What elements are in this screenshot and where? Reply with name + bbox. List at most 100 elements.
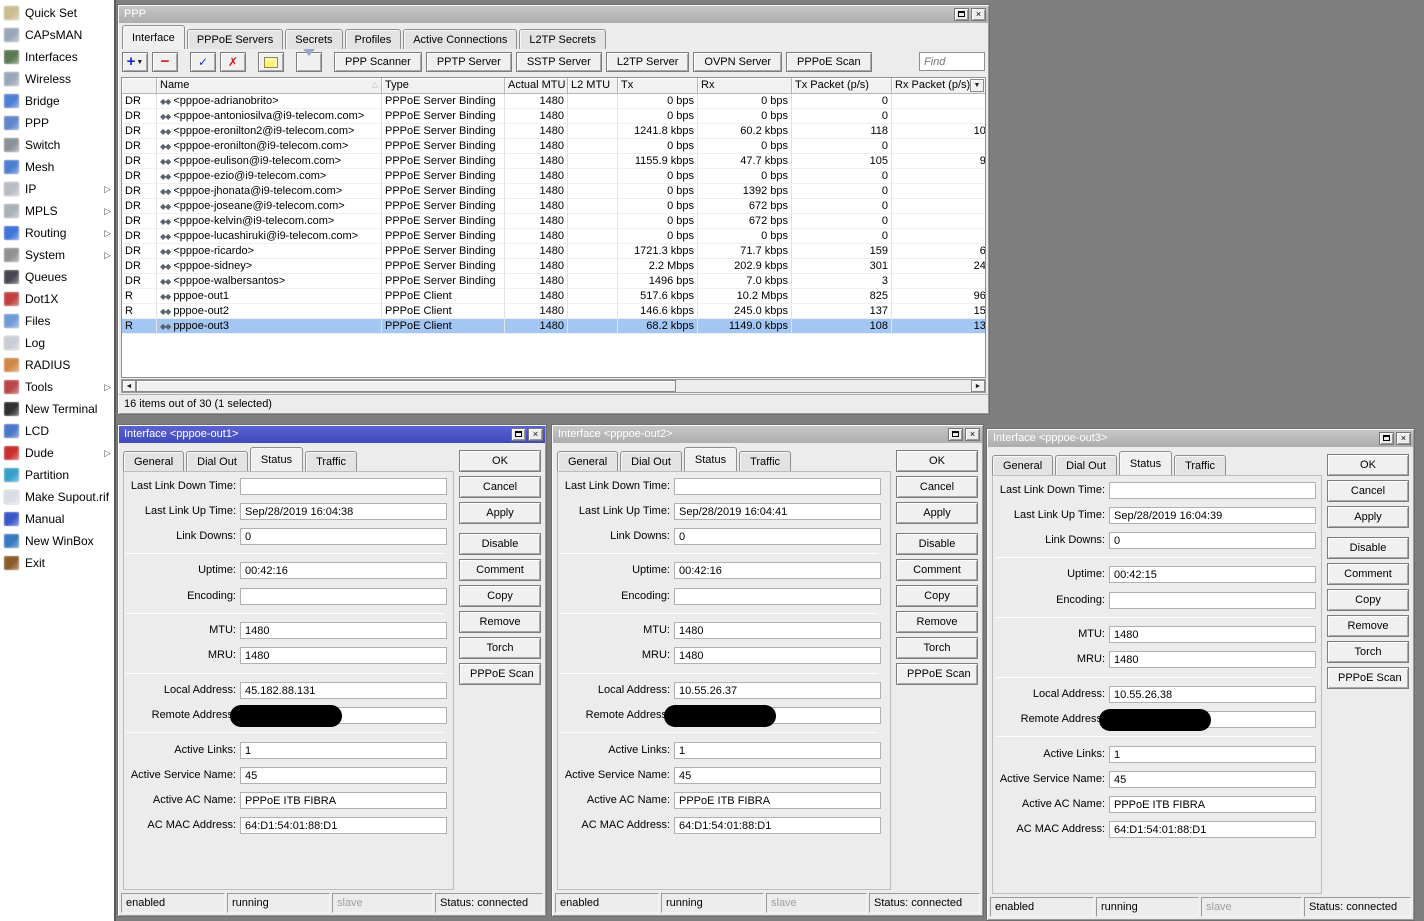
column-header-tx-packet-p-s[interactable]: Tx Packet (p/s) xyxy=(792,78,892,94)
table-row-pppoe-eulison-i9-telecom-com[interactable]: DR◆◆<pppoe-eulison@i9-telecom.com>PPPoE … xyxy=(122,154,985,169)
table-row-pppoe-kelvin-i9-telecom-com[interactable]: DR◆◆<pppoe-kelvin@i9-telecom.com>PPPoE S… xyxy=(122,214,985,229)
table-row-pppoe-eronilton2-i9-telecom-com[interactable]: DR◆◆<pppoe-eronilton2@i9-telecom.com>PPP… xyxy=(122,124,985,139)
sidebar-item-switch[interactable]: Switch ▷ xyxy=(0,134,114,156)
l2tp-server-button[interactable]: L2TP Server xyxy=(606,52,690,72)
sidebar-item-ip[interactable]: IP ▷ xyxy=(0,178,114,200)
encoding-field[interactable] xyxy=(1109,592,1316,609)
mru-field[interactable] xyxy=(1109,651,1316,668)
active_ac_name-field[interactable] xyxy=(240,792,447,809)
cancel-button[interactable]: Cancel xyxy=(459,476,541,498)
pppoe-scan-button[interactable]: PPPoE Scan xyxy=(786,52,872,72)
pppoe-scan-button[interactable]: PPPoE Scan xyxy=(896,663,978,685)
disable-button[interactable]: Disable xyxy=(896,533,978,555)
sidebar-item-wireless[interactable]: Wireless ▷ xyxy=(0,68,114,90)
apply-button[interactable]: Apply xyxy=(1327,506,1409,528)
mtu-field[interactable] xyxy=(674,622,881,639)
ok-button[interactable]: OK xyxy=(1327,454,1409,476)
dialog3-tab-dial-out[interactable]: Dial Out xyxy=(1055,455,1117,475)
table-row-pppoe-out2[interactable]: R◆◆pppoe-out2PPPoE Client1480146.6 kbps2… xyxy=(122,304,985,319)
active_service_name-field[interactable] xyxy=(240,767,447,784)
mtu-field[interactable] xyxy=(240,622,447,639)
torch-button[interactable]: Torch xyxy=(1327,641,1409,663)
torch-button[interactable]: Torch xyxy=(459,637,541,659)
dialog3-tab-traffic[interactable]: Traffic xyxy=(1174,455,1226,475)
sidebar-item-system[interactable]: System ▷ xyxy=(0,244,114,266)
dialog1-tab-traffic[interactable]: Traffic xyxy=(305,451,357,471)
remove-button[interactable]: − xyxy=(152,52,178,72)
sidebar-item-exit[interactable]: Exit ▷ xyxy=(0,552,114,574)
column-header-type[interactable]: Type xyxy=(382,78,505,94)
dialog1-tab-general[interactable]: General xyxy=(123,451,184,471)
local_address-field[interactable] xyxy=(240,682,447,699)
copy-button[interactable]: Copy xyxy=(459,585,541,607)
disable-button[interactable]: Disable xyxy=(1327,537,1409,559)
filter-button[interactable] xyxy=(296,52,322,72)
ac_mac_address-field[interactable] xyxy=(1109,821,1316,838)
cancel-button[interactable]: Cancel xyxy=(1327,480,1409,502)
sidebar-item-mesh[interactable]: Mesh ▷ xyxy=(0,156,114,178)
link_downs-field[interactable] xyxy=(1109,532,1316,549)
table-row-pppoe-eronilton-i9-telecom-com[interactable]: DR◆◆<pppoe-eronilton@i9-telecom.com>PPPo… xyxy=(122,139,985,154)
active_links-field[interactable] xyxy=(674,742,881,759)
remove-button[interactable]: Remove xyxy=(1327,615,1409,637)
scrollbar-thumb[interactable] xyxy=(136,380,676,392)
table-row-pppoe-sidney[interactable]: DR◆◆<pppoe-sidney>PPPoE Server Binding14… xyxy=(122,259,985,274)
scroll-left-icon[interactable]: ◄ xyxy=(122,380,136,392)
copy-button[interactable]: Copy xyxy=(1327,589,1409,611)
sidebar-item-make-supout-rif[interactable]: Make Supout.rif ▷ xyxy=(0,486,114,508)
add-button[interactable]: +▼ xyxy=(122,52,148,72)
encoding-field[interactable] xyxy=(674,588,881,605)
maximize-button[interactable] xyxy=(954,8,969,21)
sidebar-item-interfaces[interactable]: Interfaces ▷ xyxy=(0,46,114,68)
local_address-field[interactable] xyxy=(674,682,881,699)
local_address-field[interactable] xyxy=(1109,686,1316,703)
find-input[interactable] xyxy=(919,52,985,71)
ppp-scanner-button[interactable]: PPP Scanner xyxy=(334,52,422,72)
table-row-pppoe-ricardo[interactable]: DR◆◆<pppoe-ricardo>PPPoE Server Binding1… xyxy=(122,244,985,259)
uptime-field[interactable] xyxy=(240,562,447,579)
link_downs-field[interactable] xyxy=(674,528,881,545)
copy-button[interactable]: Copy xyxy=(896,585,978,607)
dialog1-tab-dial-out[interactable]: Dial Out xyxy=(186,451,248,471)
close-button[interactable]: × xyxy=(971,8,986,21)
table-row-pppoe-out1[interactable]: R◆◆pppoe-out1PPPoE Client1480517.6 kbps1… xyxy=(122,289,985,304)
sidebar-item-dot1x[interactable]: Dot1X ▷ xyxy=(0,288,114,310)
sidebar-item-partition[interactable]: Partition ▷ xyxy=(0,464,114,486)
sidebar-item-tools[interactable]: Tools ▷ xyxy=(0,376,114,398)
active_links-field[interactable] xyxy=(240,742,447,759)
column-header-flags[interactable] xyxy=(122,78,157,94)
column-header-name[interactable]: Name△ xyxy=(157,78,382,94)
sidebar-item-lcd[interactable]: LCD ▷ xyxy=(0,420,114,442)
table-row-pppoe-adrianobrito[interactable]: DR◆◆<pppoe-adrianobrito>PPPoE Server Bin… xyxy=(122,94,985,109)
ok-button[interactable]: OK xyxy=(896,450,978,472)
sidebar-item-mpls[interactable]: MPLS ▷ xyxy=(0,200,114,222)
disable-button[interactable]: ✗ xyxy=(220,52,246,72)
ppp-tab-active-connections[interactable]: Active Connections xyxy=(403,29,517,49)
column-header-actual-mtu[interactable]: Actual MTU xyxy=(505,78,568,94)
comment-button[interactable]: Comment xyxy=(459,559,541,581)
column-header-tx[interactable]: Tx xyxy=(618,78,698,94)
torch-button[interactable]: Torch xyxy=(896,637,978,659)
ok-button[interactable]: OK xyxy=(459,450,541,472)
comment-button[interactable]: Comment xyxy=(896,559,978,581)
pppoe-scan-button[interactable]: PPPoE Scan xyxy=(459,663,541,685)
last_link_up_time-field[interactable] xyxy=(1109,507,1316,524)
sidebar-item-dude[interactable]: Dude ▷ xyxy=(0,442,114,464)
dialog2-tab-status[interactable]: Status xyxy=(684,447,737,471)
active_links-field[interactable] xyxy=(1109,746,1316,763)
link_downs-field[interactable] xyxy=(240,528,447,545)
table-row-pppoe-antoniosilva-i9-telecom-com[interactable]: DR◆◆<pppoe-antoniosilva@i9-telecom.com>P… xyxy=(122,109,985,124)
sidebar-item-ppp[interactable]: PPP ▷ xyxy=(0,112,114,134)
mru-field[interactable] xyxy=(674,647,881,664)
column-menu-button[interactable]: ▼ xyxy=(970,79,984,92)
ac_mac_address-field[interactable] xyxy=(240,817,447,834)
comment-button[interactable]: Comment xyxy=(1327,563,1409,585)
sidebar-item-new-winbox[interactable]: New WinBox ▷ xyxy=(0,530,114,552)
sidebar-item-routing[interactable]: Routing ▷ xyxy=(0,222,114,244)
last_link_up_time-field[interactable] xyxy=(674,503,881,520)
active_service_name-field[interactable] xyxy=(674,767,881,784)
mru-field[interactable] xyxy=(240,647,447,664)
encoding-field[interactable] xyxy=(240,588,447,605)
last_link_down_time-field[interactable] xyxy=(674,478,881,495)
sidebar-item-files[interactable]: Files ▷ xyxy=(0,310,114,332)
